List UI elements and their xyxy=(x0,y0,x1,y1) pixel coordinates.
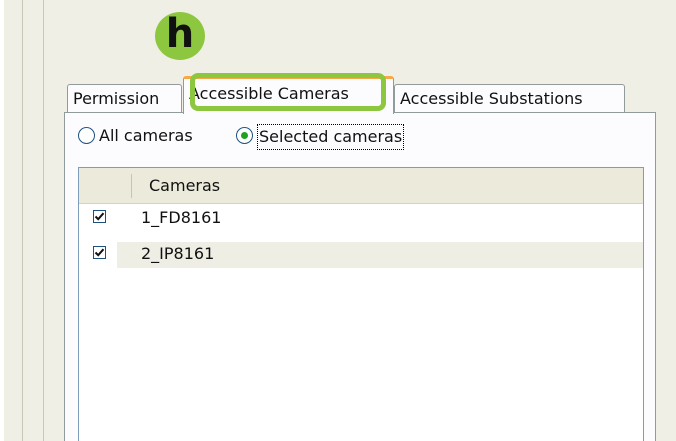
camera-checkbox[interactable] xyxy=(93,210,106,223)
column-separator[interactable] xyxy=(131,174,132,198)
radio-selected-dot xyxy=(241,132,248,139)
camera-name: 1_FD8161 xyxy=(141,208,222,227)
user-permission-dialog: h Permission Accessible Substations Acce… xyxy=(0,0,676,441)
check-mark-icon xyxy=(94,212,105,221)
left-rail xyxy=(0,0,4,441)
radio-all-cameras-label[interactable]: All cameras xyxy=(99,124,193,148)
divider-line xyxy=(22,0,23,441)
camera-list[interactable]: Cameras 1_FD8161 2_IP8161 xyxy=(78,167,644,441)
tab-accessible-substations[interactable]: Accessible Substations xyxy=(394,84,625,112)
divider-line xyxy=(43,0,44,441)
check-mark-icon xyxy=(94,248,105,257)
radio-selected-cameras-label[interactable]: Selected cameras xyxy=(257,124,405,150)
table-row[interactable]: 1_FD8161 xyxy=(79,206,643,232)
radio-circle[interactable] xyxy=(78,127,95,144)
highlight-frame xyxy=(190,73,386,111)
tab-permission[interactable]: Permission xyxy=(67,84,182,112)
camera-checkbox[interactable] xyxy=(93,246,106,259)
camera-name: 2_IP8161 xyxy=(141,244,215,263)
column-header-cameras[interactable]: Cameras xyxy=(149,176,220,195)
radio-circle[interactable] xyxy=(236,127,253,144)
list-header: Cameras xyxy=(79,168,643,204)
callout-marker: h xyxy=(155,12,205,60)
table-row[interactable]: 2_IP8161 xyxy=(79,242,643,268)
